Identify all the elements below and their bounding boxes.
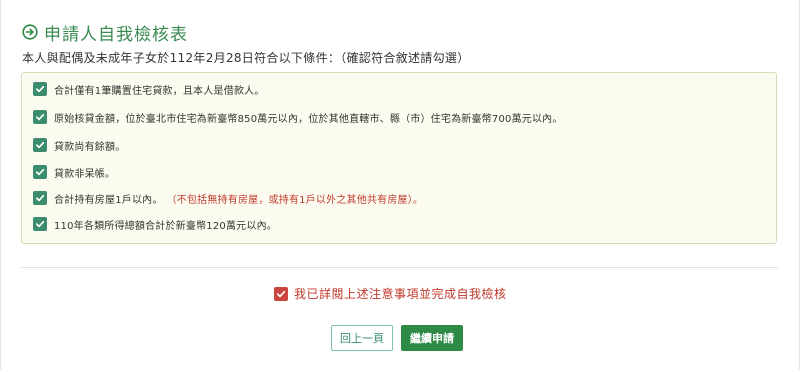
checklist-item-not-bad-debt[interactable]: 貸款非呆帳。 — [33, 164, 115, 180]
arrow-circle-right-icon — [22, 24, 38, 40]
checklist-item-income[interactable]: 110年各類所得總額合計於新臺幣120萬元以內。 — [33, 216, 277, 232]
checklist-item-loan-amount[interactable]: 原始核貸金額，位於臺北市住宅為新臺幣850萬元以內，位於其他直轄市、縣（市）住宅… — [33, 109, 563, 125]
checklist-item-label: 貸款尚有餘額。 — [54, 141, 126, 153]
checklist-item-label: 貸款非呆帳。 — [54, 168, 116, 180]
page-subtitle: 本人與配偶及未成年子女於112年2月28日符合以下條件：（確認符合敘述請勾選） — [22, 51, 470, 65]
continue-button[interactable]: 繼續申請 — [401, 325, 463, 351]
confirm-label[interactable]: 我已詳閱上述注意事項並完成自我檢核 — [294, 285, 507, 302]
divider — [21, 267, 778, 268]
page-title: 申請人自我檢核表 — [44, 24, 188, 45]
back-button[interactable]: 回上一頁 — [331, 325, 393, 351]
checkbox-checked-icon[interactable] — [33, 138, 47, 152]
checkbox-checked-icon[interactable] — [33, 82, 47, 96]
checklist-item-house-count[interactable]: 合計持有房屋1戶以內。 （不包括無持有房屋，或持有1戶以外之其他共有房屋）。 — [33, 190, 423, 206]
checklist-item-single-loan[interactable]: 合計僅有1筆購置住宅貸款，且本人是借款人。 — [33, 81, 265, 97]
checkbox-checked-icon[interactable] — [33, 110, 47, 124]
page-header: 申請人自我檢核表 — [22, 20, 188, 45]
checklist-item-balance[interactable]: 貸款尚有餘額。 — [33, 137, 125, 153]
checklist-panel: 合計僅有1筆購置住宅貸款，且本人是借款人。 原始核貸金額，位於臺北市住宅為新臺幣… — [21, 72, 777, 244]
checklist-item-label: 合計僅有1筆購置住宅貸款，且本人是借款人。 — [54, 85, 265, 97]
checkbox-checked-icon[interactable] — [33, 191, 47, 205]
checklist-item-label: 原始核貸金額，位於臺北市住宅為新臺幣850萬元以內，位於其他直轄市、縣（市）住宅… — [54, 113, 563, 125]
checkbox-checked-icon[interactable] — [33, 165, 47, 179]
checklist-item-label: 110年各類所得總額合計於新臺幣120萬元以內。 — [54, 220, 277, 232]
confirm-checkbox-row[interactable]: 我已詳閱上述注意事項並完成自我檢核 — [274, 285, 507, 302]
checkbox-checked-icon[interactable] — [33, 217, 47, 231]
checklist-item-note: （不包括無持有房屋，或持有1戶以外之其他共有房屋）。 — [166, 194, 424, 206]
checklist-item-label: 合計持有房屋1戶以內。 — [54, 194, 163, 206]
checkbox-checked-icon[interactable] — [274, 286, 288, 301]
